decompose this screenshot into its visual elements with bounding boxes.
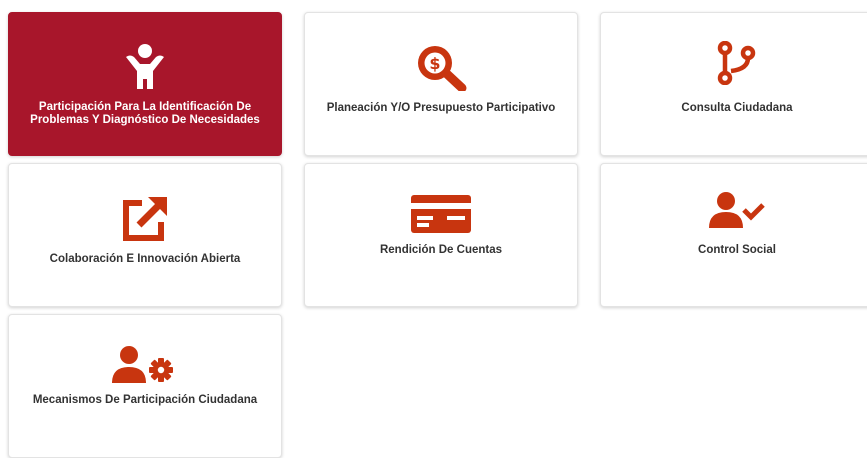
branch-icon	[717, 40, 757, 90]
card-mecanismos-participacion[interactable]: Mecanismos De Participación Ciudadana	[8, 314, 282, 458]
card-label: Mecanismos De Participación Ciudadana	[32, 394, 258, 406]
credit-card-icon	[410, 194, 472, 239]
card-label: Control Social	[698, 244, 776, 256]
card-label: Colaboración E Innovación Abierta	[49, 253, 241, 265]
child-icon	[123, 43, 167, 96]
card-label: Consulta Ciudadana	[681, 102, 793, 114]
svg-text:$: $	[429, 54, 440, 73]
card-label: Rendición De Cuentas	[379, 244, 503, 256]
card-colaboracion-innovacion[interactable]: Colaboración E Innovación Abierta	[8, 163, 282, 307]
card-label: Planeación Y/O Presupuesto Participativo	[326, 102, 556, 114]
card-control-social[interactable]: Control Social	[600, 163, 867, 307]
card-rendicion-cuentas[interactable]: Rendición De Cuentas	[304, 163, 578, 307]
dollar-search-icon: $	[414, 43, 468, 96]
user-check-icon	[709, 192, 765, 233]
card-consulta-ciudadana[interactable]: Consulta Ciudadana	[600, 12, 867, 156]
card-label: Participación Para La Identificación De …	[30, 101, 260, 126]
card-planeacion-presupuesto[interactable]: $ Planeación Y/O Presupuesto Participati…	[304, 12, 578, 156]
user-gear-icon	[112, 345, 178, 388]
card-participacion-identificacion[interactable]: Participación Para La Identificación De …	[8, 12, 282, 156]
external-link-icon	[120, 194, 170, 249]
